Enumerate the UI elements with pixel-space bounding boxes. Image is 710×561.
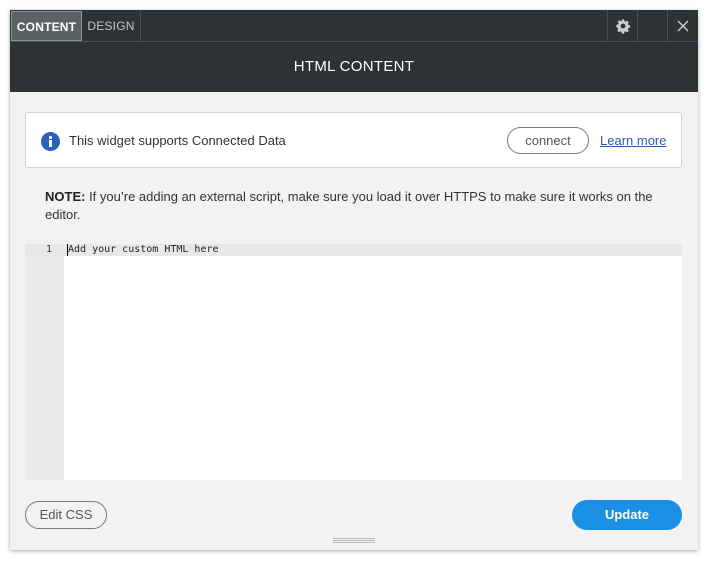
html-content-dialog: CONTENT DESIGN HTML CONTENT This widget … [10,10,698,550]
code-line[interactable]: Add your custom HTML here [68,244,219,256]
https-note: NOTE: If you’re adding an external scrip… [45,188,675,224]
gear-icon [615,18,630,34]
line-number: 1 [45,244,52,255]
settings-button[interactable] [607,10,637,41]
update-button[interactable]: Update [572,500,682,530]
connect-button[interactable]: connect [507,127,589,154]
tab-bar: CONTENT DESIGN [10,10,698,42]
close-button[interactable] [667,10,698,41]
dialog-header: HTML CONTENT [10,42,698,92]
connected-data-banner: This widget supports Connected Data conn… [25,112,682,168]
page-title: HTML CONTENT [293,58,415,75]
connected-data-message: This widget supports Connected Data [69,133,286,148]
resize-handle[interactable] [333,538,375,543]
note-text: If you’re adding an external script, mak… [45,189,653,222]
edit-css-button[interactable]: Edit CSS [25,501,107,529]
close-icon [677,20,689,31]
note-prefix: NOTE: [45,189,86,204]
line-number-gutter [25,244,64,480]
toolbar-blank-button[interactable] [637,10,667,41]
info-icon [41,132,60,151]
html-code-editor[interactable]: 1 Add your custom HTML here [25,244,682,480]
tab-design[interactable]: DESIGN [82,11,141,41]
learn-more-link[interactable]: Learn more [600,133,666,148]
tab-content[interactable]: CONTENT [11,11,82,41]
